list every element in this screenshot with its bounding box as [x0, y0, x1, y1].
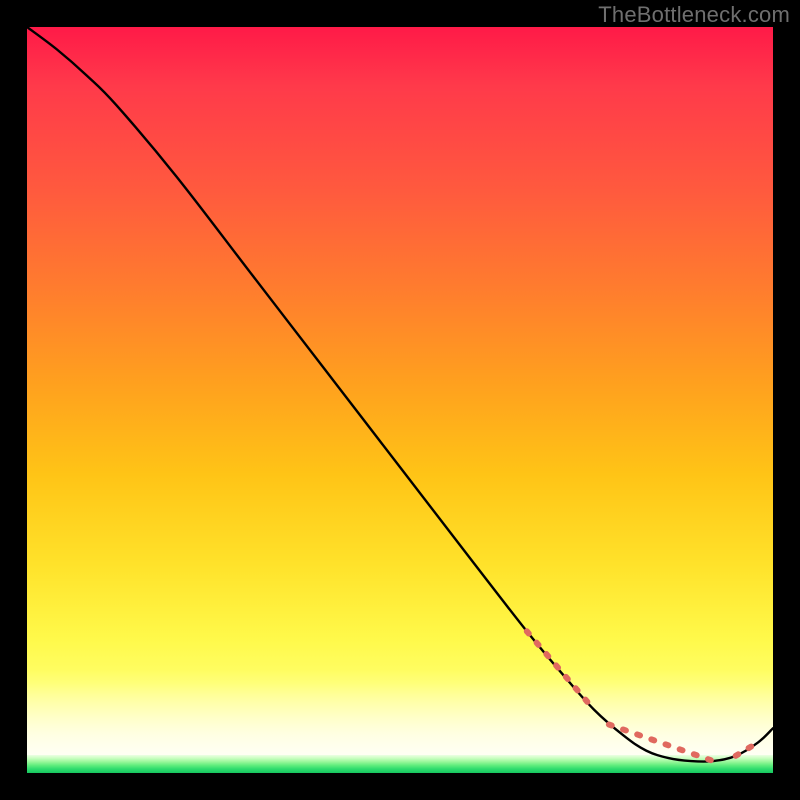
bottleneck-curve-path [27, 27, 773, 762]
watermark-text: TheBottleneck.com [598, 2, 790, 28]
curve-svg [27, 27, 773, 773]
chart-root: TheBottleneck.com [0, 0, 800, 800]
dashed-overlay-group [527, 631, 758, 761]
plot-area [27, 27, 773, 773]
